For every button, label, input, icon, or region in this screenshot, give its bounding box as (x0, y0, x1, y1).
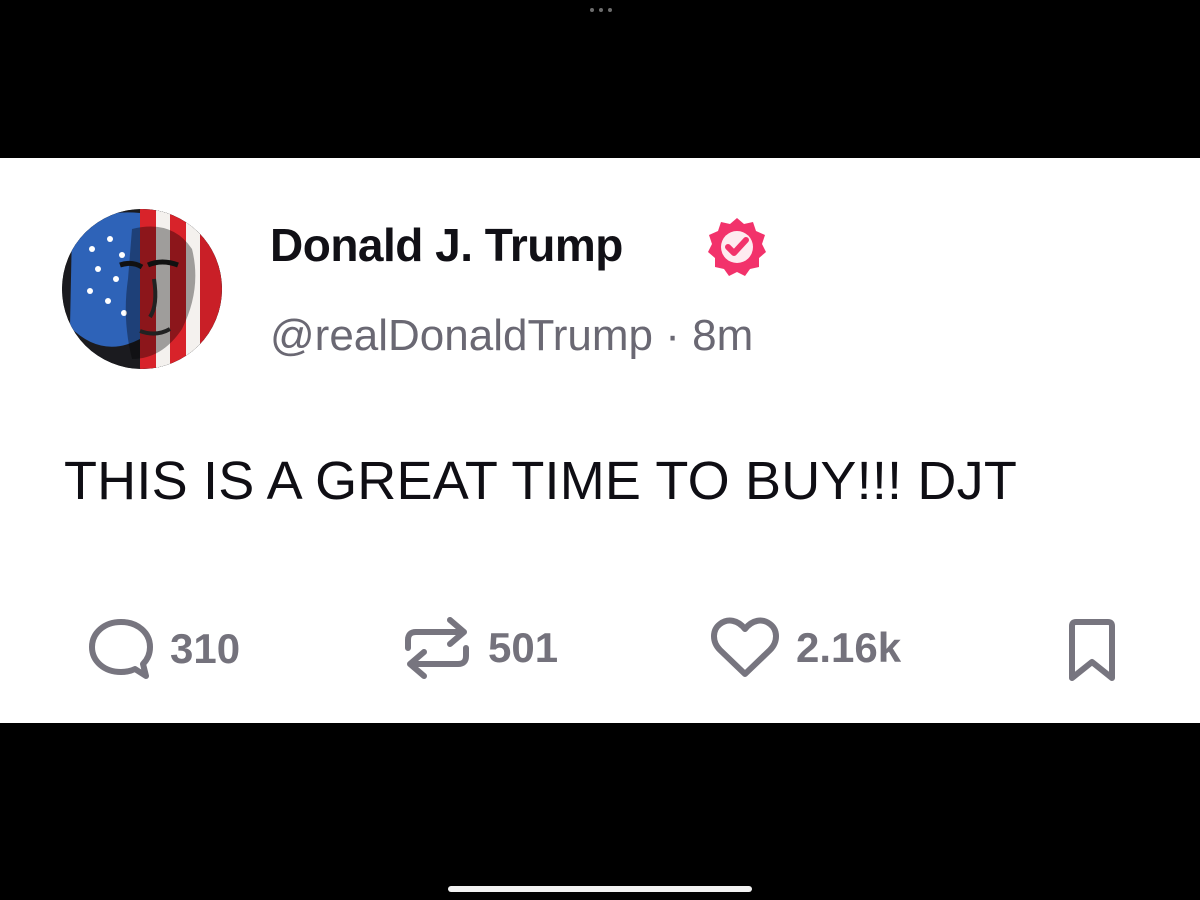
author-meta: @realDonaldTrump · 8m (270, 311, 753, 361)
author-handle[interactable]: @realDonaldTrump (270, 311, 653, 360)
like-count: 2.16k (796, 624, 902, 671)
heart-icon (711, 617, 779, 677)
post-action-bar: 310 501 2.16k (0, 598, 1200, 688)
post-age[interactable]: 8m (692, 311, 753, 360)
home-indicator[interactable] (448, 886, 752, 892)
verified-badge-icon (706, 216, 768, 278)
screenshot-frame: Donald J. Trump @realDonaldTrump · 8m TH… (0, 0, 1200, 900)
post-card: Donald J. Trump @realDonaldTrump · 8m TH… (0, 158, 1200, 723)
meta-separator: · (665, 311, 680, 360)
reply-count: 310 (170, 625, 241, 672)
comment-icon (89, 619, 153, 679)
repost-count: 501 (488, 624, 559, 671)
like-button[interactable]: 2.16k (708, 616, 901, 680)
more-dots-icon[interactable] (590, 6, 612, 14)
repost-button[interactable]: 501 (400, 608, 558, 688)
bookmark-icon (1069, 619, 1115, 681)
bookmark-button[interactable] (1064, 618, 1120, 682)
reply-button[interactable]: 310 (86, 616, 240, 682)
flag-portrait-icon (62, 209, 222, 369)
repost-icon (405, 617, 469, 679)
post-text: THIS IS A GREAT TIME TO BUY!!! DJT (64, 451, 1018, 511)
avatar[interactable] (62, 209, 222, 369)
author-display-name[interactable]: Donald J. Trump (270, 218, 623, 272)
